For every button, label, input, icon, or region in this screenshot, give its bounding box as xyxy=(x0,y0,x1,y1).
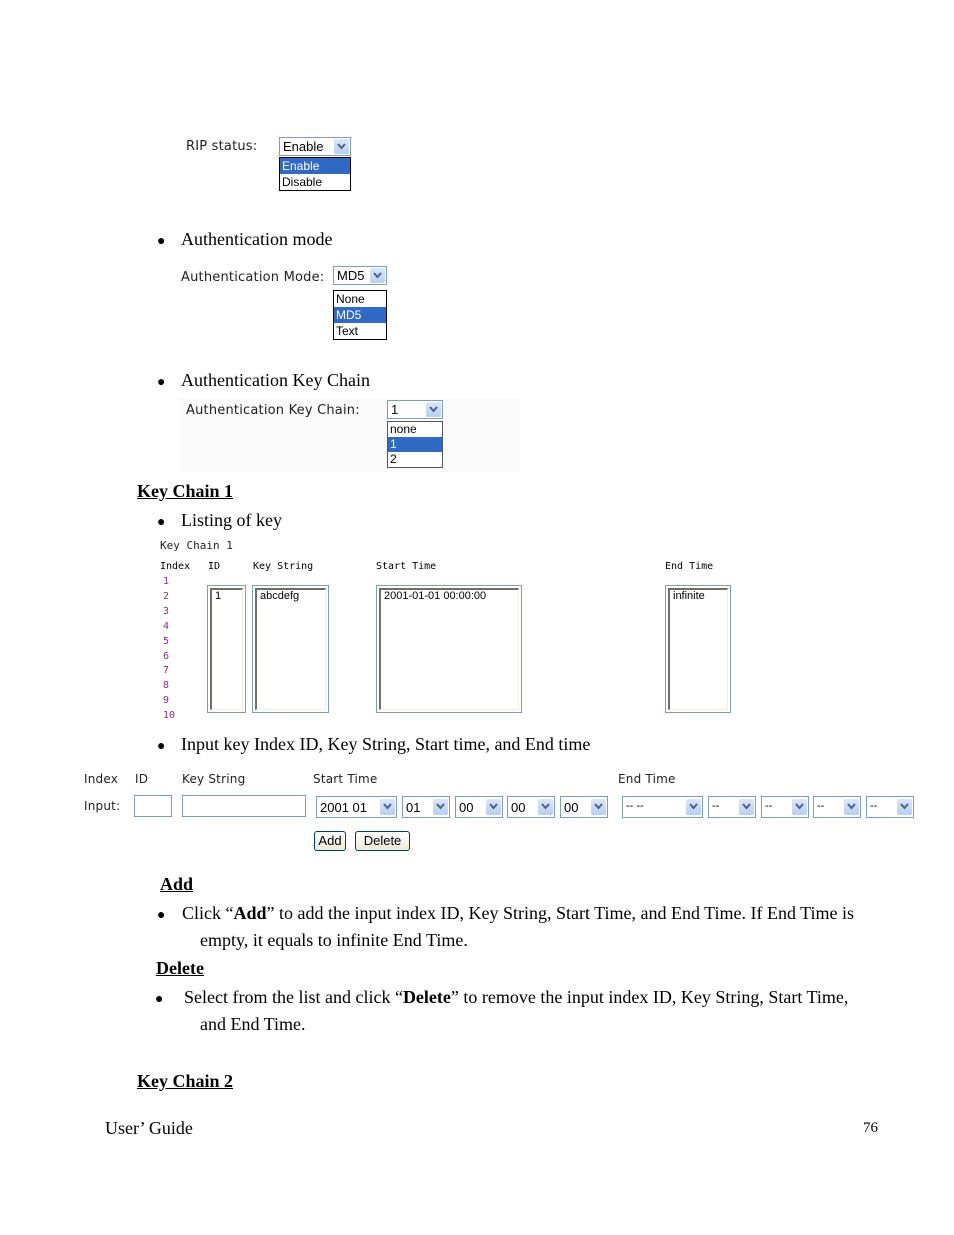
start-time-listbox[interactable]: 2001-01-01 00:00:00 xyxy=(376,585,522,713)
index-link[interactable]: 4 xyxy=(163,621,169,632)
index-link[interactable]: 5 xyxy=(163,636,169,647)
chevron-down-icon[interactable] xyxy=(739,799,754,815)
bullet-icon: ● xyxy=(155,992,164,1007)
start-day-select[interactable]: 01 xyxy=(402,796,450,818)
list-item[interactable]: 1 xyxy=(215,590,221,602)
bullet-input: ● Input key Index ID, Key String, Start … xyxy=(157,734,591,754)
key-string-input[interactable] xyxy=(182,795,306,817)
chevron-down-icon[interactable] xyxy=(897,799,912,815)
footer-title: User’ Guide xyxy=(105,1118,193,1138)
dropdown-option-text[interactable]: Text xyxy=(334,323,386,339)
list-item[interactable]: abcdefg xyxy=(260,590,299,602)
input-header-key-string: Key String xyxy=(182,772,246,786)
input-header-start-time: Start Time xyxy=(313,772,378,786)
start-year-month-select[interactable]: 2001 01 xyxy=(316,796,397,818)
chevron-down-icon[interactable] xyxy=(686,799,701,815)
rip-status-value: Enable xyxy=(283,139,324,154)
chevron-down-icon[interactable] xyxy=(591,799,606,815)
add-description: ● Click “Add” to add the input index ID,… xyxy=(157,903,855,923)
delete-heading: Delete xyxy=(156,958,204,978)
chevron-down-icon[interactable] xyxy=(334,139,349,154)
chevron-down-icon[interactable] xyxy=(426,402,441,417)
delete-description-cont: and End Time. xyxy=(200,1014,306,1034)
index-link[interactable]: 1 xyxy=(163,576,169,587)
auth-keychain-dropdown: none 1 2 xyxy=(387,421,443,468)
auth-keychain-value: 1 xyxy=(391,402,399,417)
dropdown-option-none[interactable]: None xyxy=(334,291,386,307)
dropdown-option-2[interactable]: 2 xyxy=(388,452,442,467)
chevron-down-icon[interactable] xyxy=(433,799,448,815)
auth-keychain-select[interactable]: 1 xyxy=(387,400,443,419)
dropdown-option-none[interactable]: none xyxy=(388,422,442,437)
rip-status-label: RIP status: xyxy=(186,139,258,154)
input-header-index: Index xyxy=(84,772,119,786)
auth-mode-label: Authentication Mode: xyxy=(181,270,325,285)
listing-header-key-string: Key String xyxy=(253,561,314,572)
bullet-auth-keychain: ● Authentication Key Chain xyxy=(157,370,370,390)
input-header-id: ID xyxy=(135,772,149,786)
chevron-down-icon[interactable] xyxy=(792,799,807,815)
chevron-down-icon[interactable] xyxy=(844,799,859,815)
id-listbox[interactable]: 1 xyxy=(207,585,246,713)
dropdown-option-enable[interactable]: Enable xyxy=(280,158,350,174)
input-header-end-time: End Time xyxy=(618,772,676,786)
auth-mode-value: MD5 xyxy=(337,268,365,283)
index-link[interactable]: 9 xyxy=(163,695,169,706)
rip-status-dropdown: Enable Disable xyxy=(279,157,351,191)
end-hour-select[interactable]: -- xyxy=(761,796,809,818)
keychain2-heading: Key Chain 2 xyxy=(137,1071,234,1091)
index-link[interactable]: 8 xyxy=(163,680,169,691)
add-button[interactable]: Add xyxy=(314,831,346,851)
bullet-auth-mode: ● Authentication mode xyxy=(157,229,333,249)
listing-header-index: Index xyxy=(160,561,191,572)
add-description-cont: empty, it equals to infinite End Time. xyxy=(200,930,468,950)
start-minute-select[interactable]: 00 xyxy=(507,796,555,818)
index-link[interactable]: 10 xyxy=(163,710,175,721)
bullet-icon: ● xyxy=(157,375,166,390)
keychain1-heading: Key Chain 1 xyxy=(137,481,234,501)
end-time-listbox[interactable]: infinite xyxy=(665,585,731,713)
id-input[interactable] xyxy=(134,795,172,817)
auth-mode-dropdown: None MD5 Text xyxy=(333,290,387,340)
end-second-select[interactable]: -- xyxy=(866,796,914,818)
page-number: 76 xyxy=(863,1120,878,1136)
bullet-icon: ● xyxy=(157,739,166,754)
auth-mode-select[interactable]: MD5 xyxy=(333,266,387,285)
listing-header-start-time: Start Time xyxy=(376,561,437,572)
delete-description: ● Select from the list and click “Delete… xyxy=(155,987,849,1007)
index-link[interactable]: 6 xyxy=(163,651,169,662)
bullet-icon: ● xyxy=(157,908,166,923)
listing-header-id: ID xyxy=(208,561,221,572)
list-item[interactable]: infinite xyxy=(673,590,705,602)
bullet-listing: ● Listing of key xyxy=(157,510,282,530)
chevron-down-icon[interactable] xyxy=(538,799,553,815)
add-heading: Add xyxy=(160,874,194,894)
chevron-down-icon[interactable] xyxy=(380,799,395,815)
delete-button[interactable]: Delete xyxy=(355,831,410,851)
chevron-down-icon[interactable] xyxy=(370,268,385,283)
end-day-select[interactable]: -- xyxy=(708,796,756,818)
index-link[interactable]: 7 xyxy=(163,665,169,676)
rip-status-select[interactable]: Enable xyxy=(279,137,351,156)
start-hour-select[interactable]: 00 xyxy=(455,796,503,818)
bullet-icon: ● xyxy=(157,515,166,530)
index-link[interactable]: 2 xyxy=(163,591,169,602)
end-minute-select[interactable]: -- xyxy=(813,796,861,818)
end-year-month-select[interactable]: -- -- xyxy=(622,796,703,818)
list-item[interactable]: 2001-01-01 00:00:00 xyxy=(384,590,486,602)
listing-header-end-time: End Time xyxy=(665,561,714,572)
chevron-down-icon[interactable] xyxy=(486,799,501,815)
dropdown-option-md5[interactable]: MD5 xyxy=(334,307,386,323)
key-string-listbox[interactable]: abcdefg xyxy=(252,585,329,713)
index-link[interactable]: 3 xyxy=(163,606,169,617)
dropdown-option-disable[interactable]: Disable xyxy=(280,174,350,190)
start-second-select[interactable]: 00 xyxy=(560,796,608,818)
input-row-label: Input: xyxy=(84,799,121,813)
auth-keychain-label: Authentication Key Chain: xyxy=(186,403,360,418)
bullet-icon: ● xyxy=(157,234,166,249)
dropdown-option-1[interactable]: 1 xyxy=(388,437,442,452)
listing-title: Key Chain 1 xyxy=(160,539,233,552)
